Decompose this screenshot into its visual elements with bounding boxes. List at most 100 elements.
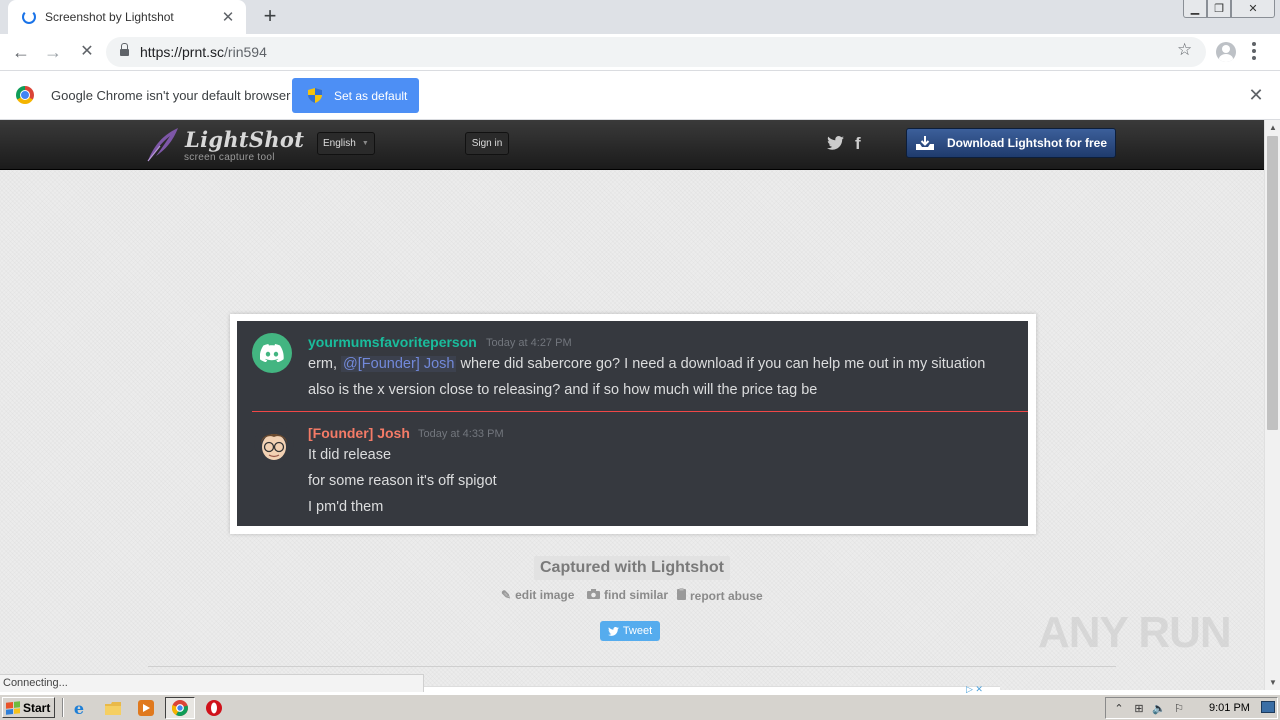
set-as-default-button[interactable]: Set as default (292, 78, 419, 113)
start-label: Start (23, 700, 51, 715)
tab-title: Screenshot by Lightshot (45, 10, 174, 24)
message-author: yourmumsfavoriteperson (308, 334, 477, 350)
taskbar-separator (62, 698, 64, 717)
folder-icon[interactable] (104, 699, 122, 717)
message-line: It did release (308, 447, 392, 463)
chrome-taskbar-button[interactable] (165, 697, 195, 719)
tweet-button[interactable]: Tweet (600, 621, 660, 641)
language-value: English (323, 138, 356, 149)
browser-tab-active[interactable]: Screenshot by Lightshot ✕ (8, 0, 246, 34)
message-timestamp: Today at 4:33 PM (418, 428, 504, 440)
url-host: https://prnt.sc (140, 44, 225, 60)
stop-loading-icon[interactable]: ✕ (74, 40, 100, 64)
chrome-logo-icon (16, 86, 34, 104)
camera-icon (587, 588, 600, 602)
uac-shield-icon (308, 88, 322, 103)
taskbar-clock[interactable]: 9:01 PM (1209, 702, 1250, 714)
browser-status-bubble: Connecting... (0, 674, 424, 692)
find-similar-label: find similar (604, 588, 669, 602)
lightshot-feather-icon (147, 128, 178, 162)
user-mention: @[Founder] Josh (341, 356, 457, 372)
find-similar-link[interactable]: find similar (587, 588, 668, 602)
screenshot-card: yourmumsfavoriteperson Today at 4:27 PM … (230, 314, 1036, 534)
browser-toolbar: ← → ✕ https://prnt.sc/rin594 (0, 34, 1280, 71)
infobar-close-icon[interactable]: ✕ (1246, 85, 1266, 106)
infobar-message: Google Chrome isn't your default browser (51, 88, 291, 103)
discord-avatar (252, 333, 292, 373)
chevron-down-icon: ▼ (361, 140, 369, 147)
sign-in-button[interactable]: Sign in (465, 132, 509, 155)
loading-spinner-icon (22, 10, 36, 24)
ad-strip (424, 686, 1000, 692)
report-abuse-link[interactable]: report abuse (677, 588, 763, 603)
clipboard-icon (677, 588, 686, 603)
message-timestamp: Today at 4:27 PM (486, 337, 572, 349)
facebook-icon[interactable]: f (855, 134, 861, 154)
back-arrow-icon[interactable]: ← (8, 40, 34, 64)
lock-icon[interactable] (120, 42, 129, 58)
download-lightshot-button[interactable]: Download Lightshot for free (906, 128, 1116, 158)
url-text[interactable]: https://prnt.sc/rin594 (140, 44, 267, 60)
windows-taskbar: Start e ⌃ ⊞ 🔈 ⚐ 9:01 PM (0, 694, 1280, 720)
show-desktop-icon[interactable] (1261, 701, 1275, 713)
scrollbar-thumb[interactable] (1267, 136, 1278, 430)
windows-flag-icon (6, 700, 20, 715)
anyrun-watermark: ANY RUN (1038, 608, 1232, 658)
forward-arrow-icon[interactable]: → (40, 40, 66, 64)
message-line: for some reason it's off spigot (308, 473, 497, 489)
page-viewport: LightShot screen capture tool English ▼ … (0, 120, 1264, 690)
lightshot-logo-text[interactable]: LightShot (185, 127, 304, 152)
edit-image-label: edit image (515, 588, 575, 602)
volume-icon[interactable]: 🔈 (1152, 701, 1166, 715)
twitter-bird-icon (607, 626, 619, 636)
browser-tab-strip: Screenshot by Lightshot ✕ + (0, 0, 1280, 34)
chrome-taskbar-icon (172, 700, 188, 716)
download-label: Download Lightshot for free (947, 136, 1107, 150)
bookmark-star-icon[interactable]: ☆ (1177, 40, 1192, 60)
action-center-flag-icon[interactable]: ⚐ (1172, 701, 1186, 715)
url-path: /rin594 (224, 44, 267, 60)
scroll-up-arrow-icon[interactable]: ▲ (1269, 123, 1277, 132)
message-text: where did sabercore go? I need a downloa… (460, 356, 986, 372)
footer-divider (148, 666, 1116, 667)
new-tab-button[interactable]: + (258, 5, 282, 29)
new-messages-divider (252, 411, 1028, 412)
message-text: erm, (308, 356, 337, 372)
josh-avatar (254, 423, 294, 463)
start-button[interactable]: Start (2, 697, 55, 718)
tab-close-icon[interactable]: ✕ (220, 8, 236, 26)
scroll-down-arrow-icon[interactable]: ▼ (1269, 678, 1277, 687)
lightshot-logo-subtitle: screen capture tool (184, 152, 275, 163)
screenshot-image[interactable]: yourmumsfavoriteperson Today at 4:27 PM … (237, 321, 1028, 526)
internet-explorer-icon[interactable]: e (70, 699, 88, 718)
cartoon-face-icon (261, 434, 287, 460)
window-minimize-button[interactable]: ▁ (1183, 0, 1207, 18)
system-tray: ⌃ ⊞ 🔈 ⚐ 9:01 PM (1105, 697, 1278, 719)
report-abuse-label: report abuse (690, 588, 763, 603)
tray-expand-icon[interactable]: ⌃ (1112, 701, 1126, 715)
opera-icon[interactable] (205, 699, 223, 717)
media-player-icon[interactable] (137, 699, 155, 717)
page-scrollbar[interactable]: ▲ ▼ (1264, 120, 1280, 690)
window-close-button[interactable]: ✕ (1231, 0, 1275, 18)
message-line: also is the x version close to releasing… (308, 382, 818, 398)
twitter-icon[interactable] (827, 136, 844, 150)
message-line: I pm'd them (308, 499, 384, 515)
address-bar[interactable]: https://prnt.sc/rin594 (106, 37, 1206, 67)
captured-with-lightshot-label: Captured with Lightshot (534, 556, 730, 580)
edit-image-link[interactable]: ✎ edit image (501, 588, 574, 602)
chrome-menu-icon[interactable] (1252, 42, 1256, 60)
pencil-icon: ✎ (501, 588, 512, 602)
message-author: [Founder] Josh (308, 425, 410, 441)
message-line: erm, @[Founder] Josh where did sabercore… (308, 356, 985, 372)
set-as-default-label: Set as default (334, 88, 408, 103)
network-icon[interactable]: ⊞ (1132, 701, 1146, 715)
download-tray-icon (916, 136, 934, 150)
discord-logo-icon (260, 344, 284, 362)
watermark-text: ANY RUN (1038, 608, 1232, 657)
window-restore-button[interactable]: ❐ (1207, 0, 1231, 18)
tweet-label: Tweet (622, 625, 653, 637)
language-select[interactable]: English ▼ (317, 132, 375, 155)
profile-avatar-icon[interactable] (1216, 42, 1236, 62)
lightshot-header: LightShot screen capture tool English ▼ … (0, 120, 1264, 170)
